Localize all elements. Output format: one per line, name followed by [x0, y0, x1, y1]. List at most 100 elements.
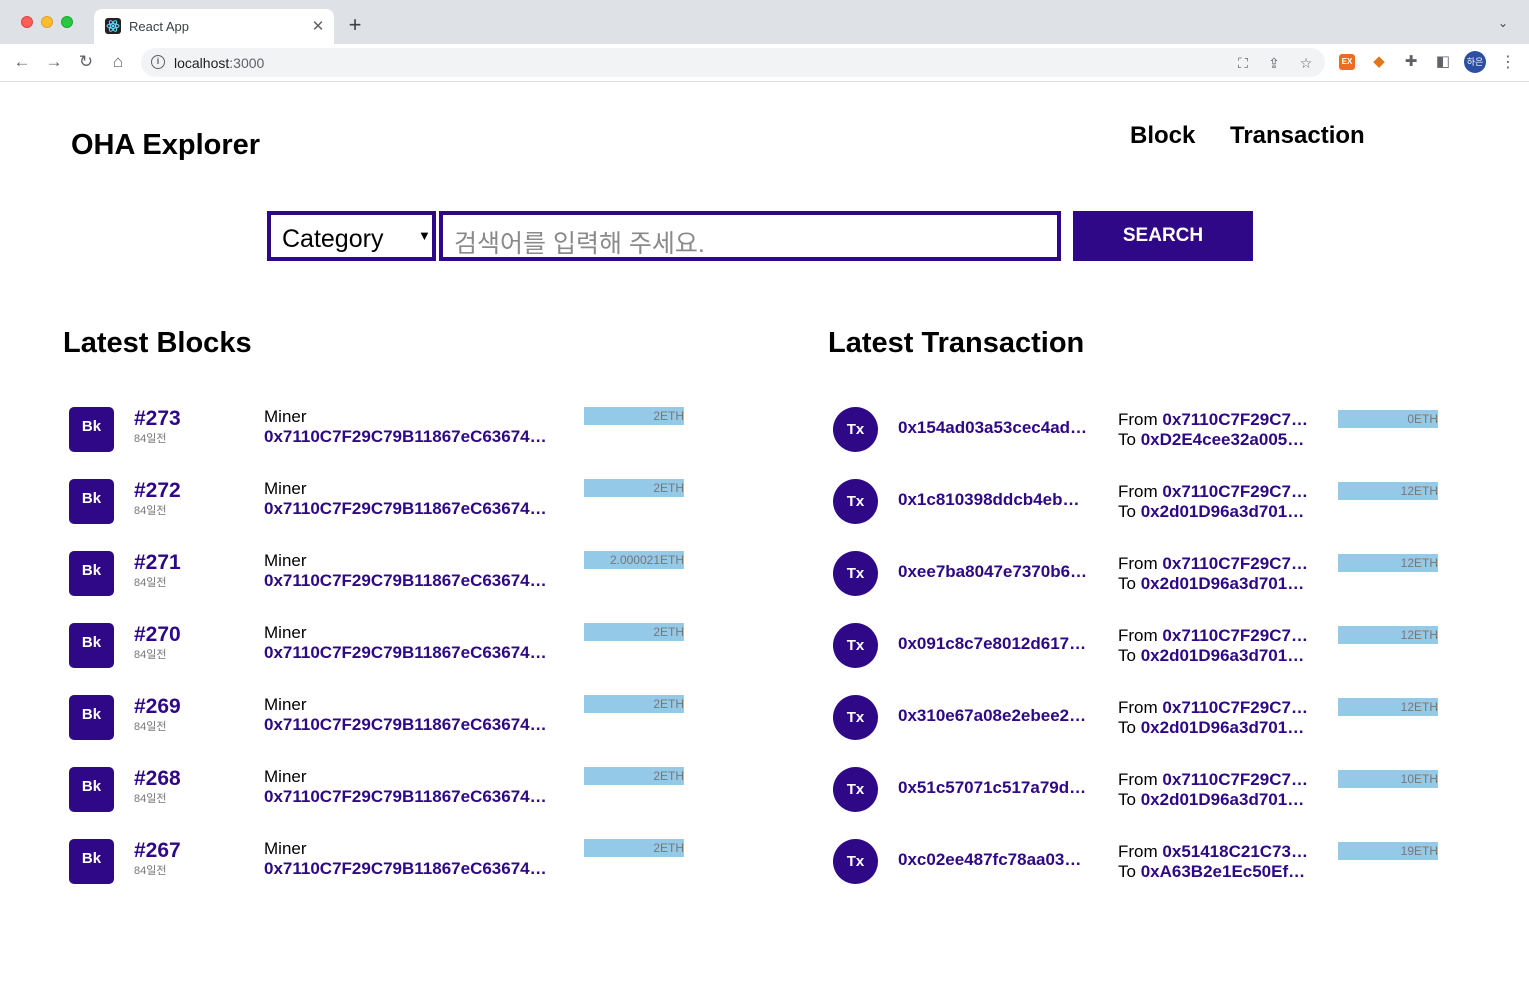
- block-row[interactable]: Bk #270 84일전 Miner 0x7110C7F29C79B11867e…: [69, 620, 689, 672]
- transaction-to: To 0x2d01D96a3d701…: [1118, 574, 1305, 593]
- from-address-link[interactable]: 0x7110C7F29C7…: [1162, 410, 1308, 429]
- block-number-link[interactable]: #268: [134, 767, 181, 791]
- transaction-to: To 0x2d01D96a3d701…: [1118, 790, 1305, 809]
- transaction-hash-link[interactable]: 0x51c57071c517a79d…: [898, 778, 1098, 798]
- address-bar[interactable]: i localhost:3000 ⛶ ⇪ ☆: [141, 48, 1325, 77]
- block-reward: 2.000021ETH: [584, 551, 684, 569]
- browser-menu-icon[interactable]: ⋮: [1500, 52, 1516, 72]
- tab-close-icon[interactable]: ✕: [310, 17, 326, 35]
- transaction-row[interactable]: Tx 0xee7ba8047e7370b6… From 0x7110C7F29C…: [833, 551, 1443, 603]
- transaction-from: From 0x7110C7F29C7…: [1118, 626, 1308, 645]
- share-icon[interactable]: ⇪: [1265, 54, 1283, 72]
- miner-label: Miner: [264, 839, 307, 858]
- block-reward: 2ETH: [584, 839, 684, 857]
- block-badge: Bk: [69, 407, 114, 452]
- block-row[interactable]: Bk #269 84일전 Miner 0x7110C7F29C79B11867e…: [69, 692, 689, 744]
- to-address-link[interactable]: 0x2d01D96a3d701…: [1141, 502, 1305, 521]
- miner-address-link[interactable]: 0x7110C7F29C79B11867eC63674…: [264, 859, 559, 879]
- transaction-hash-link[interactable]: 0x310e67a08e2ebee2…: [898, 706, 1098, 726]
- transaction-to: To 0x2d01D96a3d701…: [1118, 502, 1305, 521]
- maximize-window-button[interactable]: [61, 16, 73, 28]
- transaction-from: From 0x7110C7F29C7…: [1118, 770, 1308, 789]
- block-row[interactable]: Bk #272 84일전 Miner 0x7110C7F29C79B11867e…: [69, 476, 689, 528]
- search-input[interactable]: 검색어를 입력해 주세요.: [439, 211, 1061, 261]
- category-select[interactable]: Category ▼: [267, 211, 436, 261]
- block-row[interactable]: Bk #271 84일전 Miner 0x7110C7F29C79B11867e…: [69, 548, 689, 600]
- transaction-row[interactable]: Tx 0x154ad03a53cec4ad… From 0x7110C7F29C…: [833, 407, 1443, 459]
- forward-arrow-icon[interactable]: →: [42, 50, 66, 74]
- site-info-icon[interactable]: i: [151, 55, 165, 69]
- block-reward: 2ETH: [584, 623, 684, 641]
- block-badge: Bk: [69, 695, 114, 740]
- transaction-row[interactable]: Tx 0xc02ee487fc78aa03… From 0x51418C21C7…: [833, 839, 1443, 891]
- site-logo[interactable]: OHA Explorer: [71, 129, 260, 162]
- transaction-value: 12ETH: [1338, 626, 1438, 644]
- miner-address-link[interactable]: 0x7110C7F29C79B11867eC63674…: [264, 499, 559, 519]
- transaction-to: To 0x2d01D96a3d701…: [1118, 718, 1305, 737]
- block-badge: Bk: [69, 623, 114, 668]
- browser-tab[interactable]: React App ✕: [94, 9, 334, 44]
- block-number-link[interactable]: #272: [134, 479, 181, 503]
- transaction-hash-link[interactable]: 0xee7ba8047e7370b6…: [898, 562, 1098, 582]
- exchange-extension-icon[interactable]: EX: [1339, 54, 1355, 70]
- transaction-value: 12ETH: [1338, 698, 1438, 716]
- home-icon[interactable]: ⌂: [106, 50, 130, 74]
- miner-address-link[interactable]: 0x7110C7F29C79B11867eC63674…: [264, 427, 559, 447]
- transaction-row[interactable]: Tx 0x1c810398ddcb4eb… From 0x7110C7F29C7…: [833, 479, 1443, 531]
- from-address-link[interactable]: 0x7110C7F29C7…: [1162, 698, 1308, 717]
- transaction-value: 19ETH: [1338, 842, 1438, 860]
- transaction-row[interactable]: Tx 0x091c8c7e8012d617… From 0x7110C7F29C…: [833, 623, 1443, 675]
- from-address-link[interactable]: 0x51418C21C73…: [1162, 842, 1308, 861]
- transaction-badge: Tx: [833, 695, 878, 740]
- url-text: localhost:3000: [174, 55, 265, 71]
- miner-address-link[interactable]: 0x7110C7F29C79B11867eC63674…: [264, 715, 559, 735]
- block-number-link[interactable]: #270: [134, 623, 181, 647]
- miner-address-link[interactable]: 0x7110C7F29C79B11867eC63674…: [264, 643, 559, 663]
- back-arrow-icon[interactable]: ←: [10, 50, 34, 74]
- transaction-hash-link[interactable]: 0x1c810398ddcb4eb…: [898, 490, 1098, 510]
- block-number-link[interactable]: #273: [134, 407, 181, 431]
- transaction-hash-link[interactable]: 0x154ad03a53cec4ad…: [898, 418, 1098, 438]
- tab-search-chevron-icon[interactable]: ⌄: [1498, 16, 1508, 30]
- miner-label: Miner: [264, 479, 307, 498]
- to-address-link[interactable]: 0x2d01D96a3d701…: [1141, 646, 1305, 665]
- search-button[interactable]: SEARCH: [1073, 211, 1253, 261]
- to-address-link[interactable]: 0x2d01D96a3d701…: [1141, 790, 1305, 809]
- profile-avatar[interactable]: 하은: [1464, 51, 1486, 73]
- to-address-link[interactable]: 0xA63B2e1Ec50Ef…: [1141, 862, 1305, 881]
- block-number-link[interactable]: #267: [134, 839, 181, 863]
- transaction-badge: Tx: [833, 479, 878, 524]
- translate-icon[interactable]: ⛶: [1234, 54, 1252, 72]
- from-address-link[interactable]: 0x7110C7F29C7…: [1162, 554, 1308, 573]
- transaction-hash-link[interactable]: 0x091c8c7e8012d617…: [898, 634, 1098, 654]
- close-window-button[interactable]: [21, 16, 33, 28]
- nav-block-link[interactable]: Block: [1130, 122, 1195, 150]
- new-tab-icon[interactable]: +: [344, 14, 366, 36]
- to-address-link[interactable]: 0xD2E4cee32a005…: [1141, 430, 1305, 449]
- block-row[interactable]: Bk #268 84일전 Miner 0x7110C7F29C79B11867e…: [69, 764, 689, 816]
- from-address-link[interactable]: 0x7110C7F29C7…: [1162, 626, 1308, 645]
- miner-address-link[interactable]: 0x7110C7F29C79B11867eC63674…: [264, 787, 559, 807]
- block-number-link[interactable]: #271: [134, 551, 181, 575]
- side-panel-icon[interactable]: ◧: [1434, 53, 1452, 71]
- minimize-window-button[interactable]: [41, 16, 53, 28]
- extensions-puzzle-icon[interactable]: ✚: [1402, 53, 1420, 71]
- metamask-fox-icon[interactable]: ◆: [1370, 53, 1388, 71]
- transaction-row[interactable]: Tx 0x51c57071c517a79d… From 0x7110C7F29C…: [833, 767, 1443, 819]
- transaction-hash-link[interactable]: 0xc02ee487fc78aa03…: [898, 850, 1098, 870]
- block-number-link[interactable]: #269: [134, 695, 181, 719]
- miner-address-link[interactable]: 0x7110C7F29C79B11867eC63674…: [264, 571, 559, 591]
- explorer-page: OHA Explorer Block Transaction Category …: [0, 82, 1529, 1008]
- bookmark-star-icon[interactable]: ☆: [1297, 54, 1315, 72]
- nav-transaction-link[interactable]: Transaction: [1230, 122, 1365, 150]
- transaction-value: 10ETH: [1338, 770, 1438, 788]
- block-row[interactable]: Bk #267 84일전 Miner 0x7110C7F29C79B11867e…: [69, 836, 689, 888]
- transaction-row[interactable]: Tx 0x310e67a08e2ebee2… From 0x7110C7F29C…: [833, 695, 1443, 747]
- block-row[interactable]: Bk #273 84일전 Miner 0x7110C7F29C79B11867e…: [69, 404, 689, 456]
- to-address-link[interactable]: 0x2d01D96a3d701…: [1141, 718, 1305, 737]
- from-address-link[interactable]: 0x7110C7F29C7…: [1162, 482, 1308, 501]
- to-address-link[interactable]: 0x2d01D96a3d701…: [1141, 574, 1305, 593]
- reload-icon[interactable]: ↻: [74, 50, 98, 74]
- from-address-link[interactable]: 0x7110C7F29C7…: [1162, 770, 1308, 789]
- block-badge: Bk: [69, 767, 114, 812]
